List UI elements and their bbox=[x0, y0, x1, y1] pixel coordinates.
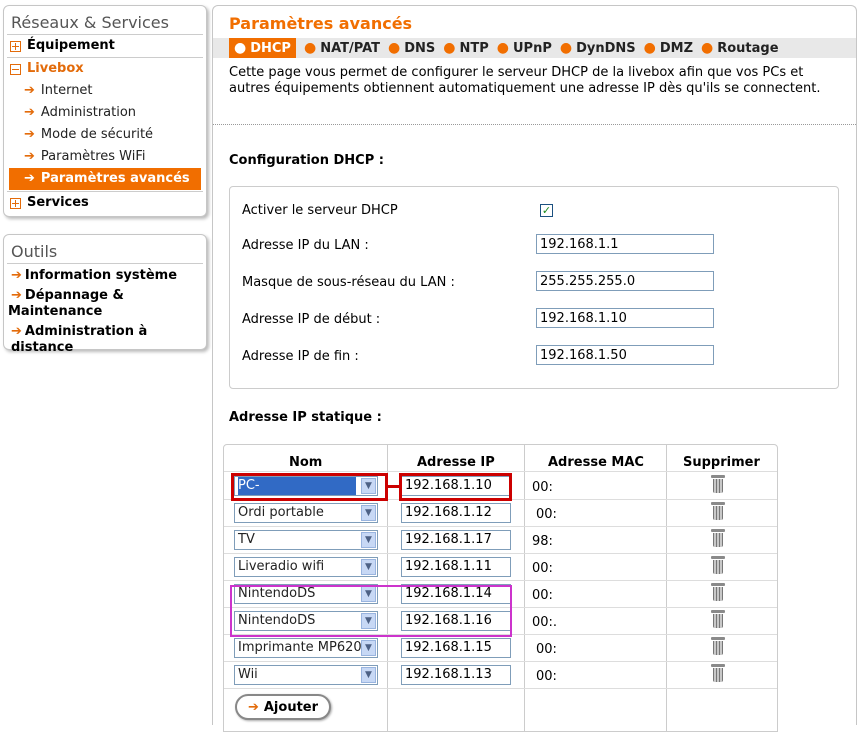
trash-icon[interactable] bbox=[711, 502, 725, 520]
arrow-right-icon: ➔ bbox=[24, 105, 35, 120]
plus-box-icon[interactable] bbox=[10, 197, 21, 209]
row-ip-input[interactable]: 192.168.1.13 bbox=[401, 665, 511, 685]
row-mac: 00: bbox=[532, 480, 553, 495]
start-ip-input[interactable]: 192.168.1.10 bbox=[536, 308, 714, 328]
row-mac: 00:. bbox=[532, 615, 558, 630]
trash-icon[interactable] bbox=[711, 610, 725, 628]
arrow-right-icon: ➔ bbox=[24, 171, 35, 186]
row-mac: 00: bbox=[536, 669, 557, 684]
chevron-down-icon[interactable]: ▼ bbox=[361, 559, 376, 575]
nav-title: Réseaux & Services bbox=[11, 13, 169, 32]
trash-icon[interactable] bbox=[711, 529, 725, 547]
tool-remote-admin[interactable]: ➔ Administration à distance bbox=[4, 322, 206, 358]
lan-ip-label: Adresse IP du LAN : bbox=[242, 238, 369, 253]
page-title: Paramètres avancés bbox=[229, 14, 413, 33]
arrow-right-icon: ➔ bbox=[24, 149, 35, 164]
nav-group-livebox[interactable]: Livebox bbox=[4, 58, 206, 80]
arrow-right-icon: ➔ bbox=[11, 324, 22, 339]
end-ip-input[interactable]: 192.168.1.50 bbox=[536, 345, 714, 365]
static-ip-heading: Adresse IP statique : bbox=[229, 410, 382, 425]
trash-icon[interactable] bbox=[711, 556, 725, 574]
chevron-down-icon[interactable]: ▼ bbox=[361, 505, 376, 521]
row-name-select[interactable]: Wii ▼ bbox=[234, 665, 378, 685]
nav-group-services[interactable]: Services bbox=[4, 192, 206, 214]
nav-item-security-mode[interactable]: ➔ Mode de sécurité bbox=[4, 124, 206, 146]
row-ip-input[interactable]: 192.168.1.17 bbox=[401, 530, 511, 550]
row-mac: 00: bbox=[536, 507, 557, 522]
lan-ip-input[interactable]: 192.168.1.1 bbox=[536, 234, 714, 254]
trash-icon[interactable] bbox=[711, 664, 725, 682]
divider bbox=[213, 124, 856, 125]
tab-upnp[interactable]: ● UPnP bbox=[497, 40, 552, 56]
row-name-select[interactable]: Ordi portable ▼ bbox=[234, 503, 378, 523]
arrow-right-icon: ➔ bbox=[11, 288, 22, 303]
trash-icon[interactable] bbox=[711, 583, 725, 601]
plus-box-icon[interactable] bbox=[10, 40, 21, 52]
tools-title: Outils bbox=[11, 242, 58, 261]
row-ip-input[interactable]: 192.168.1.12 bbox=[401, 503, 511, 523]
chevron-down-icon[interactable]: ▼ bbox=[361, 640, 376, 656]
dhcp-enable-checkbox[interactable]: ✓ bbox=[540, 204, 553, 217]
subnet-mask-label: Masque de sous-réseau du LAN : bbox=[242, 275, 455, 290]
nav-group-equipment[interactable]: Équipement bbox=[4, 35, 206, 57]
col-header-ip: Adresse IP bbox=[417, 455, 495, 470]
chevron-down-icon[interactable]: ▼ bbox=[361, 532, 376, 548]
row-name-select[interactable]: TV ▼ bbox=[234, 530, 378, 550]
tab-dmz[interactable]: ● DMZ bbox=[644, 40, 693, 56]
nav-item-internet[interactable]: ➔ Internet bbox=[4, 80, 206, 102]
col-header-mac: Adresse MAC bbox=[548, 455, 644, 470]
highlight-pink-duplicates bbox=[230, 585, 512, 637]
checkmark-icon: ✓ bbox=[541, 204, 552, 217]
nav-item-wifi-settings[interactable]: ➔ Paramètres WiFi bbox=[4, 146, 206, 168]
nav-panel: Réseaux & Services Équipement Livebox ➔ I… bbox=[3, 5, 207, 217]
highlight-red-connector bbox=[388, 485, 399, 488]
tab-dhcp[interactable]: ● DHCP bbox=[229, 38, 296, 58]
row-name-select[interactable]: Liveradio wifi ▼ bbox=[234, 557, 378, 577]
tab-nat-pat[interactable]: ● NAT/PAT bbox=[304, 40, 380, 56]
tab-routage[interactable]: ● Routage bbox=[701, 40, 779, 56]
start-ip-label: Adresse IP de début : bbox=[242, 312, 381, 327]
trash-icon[interactable] bbox=[711, 637, 725, 655]
arrow-right-icon: ➔ bbox=[11, 268, 22, 283]
minus-box-icon[interactable] bbox=[10, 63, 21, 75]
highlight-red-name bbox=[231, 473, 388, 501]
add-button[interactable]: ➔ Ajouter bbox=[235, 694, 331, 720]
nav-item-administration[interactable]: ➔ Administration bbox=[4, 102, 206, 124]
arrow-right-icon: ➔ bbox=[24, 127, 35, 142]
tab-ntp[interactable]: ● NTP bbox=[443, 40, 489, 56]
subnet-mask-input[interactable]: 255.255.255.0 bbox=[536, 271, 714, 291]
page-description: Cette page vous permet de configurer le … bbox=[229, 65, 821, 96]
dhcp-enable-label: Activer le serveur DHCP bbox=[242, 203, 398, 218]
row-ip-input[interactable]: 192.168.1.15 bbox=[401, 638, 511, 658]
static-ip-table: Nom Adresse IP Adresse MAC Supprimer PC-… bbox=[223, 444, 778, 732]
tab-dyndns[interactable]: ● DynDNS bbox=[560, 40, 636, 56]
tab-dns[interactable]: ● DNS bbox=[388, 40, 435, 56]
arrow-right-icon: ➔ bbox=[247, 699, 259, 715]
main-panel: Paramètres avancés ● DHCP ● NAT/PAT ● DNS ●… bbox=[212, 5, 857, 732]
nav-item-advanced-settings[interactable]: ➔ Paramètres avancés bbox=[9, 168, 201, 190]
row-mac: 00: bbox=[532, 561, 553, 576]
trash-icon[interactable] bbox=[711, 475, 725, 493]
col-header-name: Nom bbox=[289, 455, 323, 470]
row-ip-input[interactable]: 192.168.1.11 bbox=[401, 557, 511, 577]
highlight-red-ip bbox=[399, 473, 512, 501]
chevron-down-icon[interactable]: ▼ bbox=[361, 667, 376, 683]
dhcp-heading: Configuration DHCP : bbox=[229, 153, 384, 168]
col-header-delete: Supprimer bbox=[683, 455, 760, 470]
arrow-right-icon: ➔ bbox=[24, 83, 35, 98]
tab-bar: ● DHCP ● NAT/PAT ● DNS ● NTP ● UPnP ● DynDNS ●… bbox=[213, 38, 856, 58]
tool-system-info[interactable]: ➔ Information système bbox=[4, 264, 206, 286]
tool-troubleshooting[interactable]: ➔ Dépannage & Maintenance bbox=[4, 286, 206, 322]
row-name-select[interactable]: Imprimante MP620 ▼ bbox=[234, 638, 378, 658]
row-mac: 00: bbox=[532, 588, 553, 603]
end-ip-label: Adresse IP de fin : bbox=[242, 349, 359, 364]
dhcp-config-box: Activer le serveur DHCP ✓ Adresse IP du … bbox=[229, 186, 839, 389]
tools-panel: Outils ➔ Information système ➔ Dépannage &… bbox=[3, 234, 207, 355]
row-mac: 00: bbox=[536, 642, 557, 657]
row-mac: 98: bbox=[532, 534, 553, 549]
